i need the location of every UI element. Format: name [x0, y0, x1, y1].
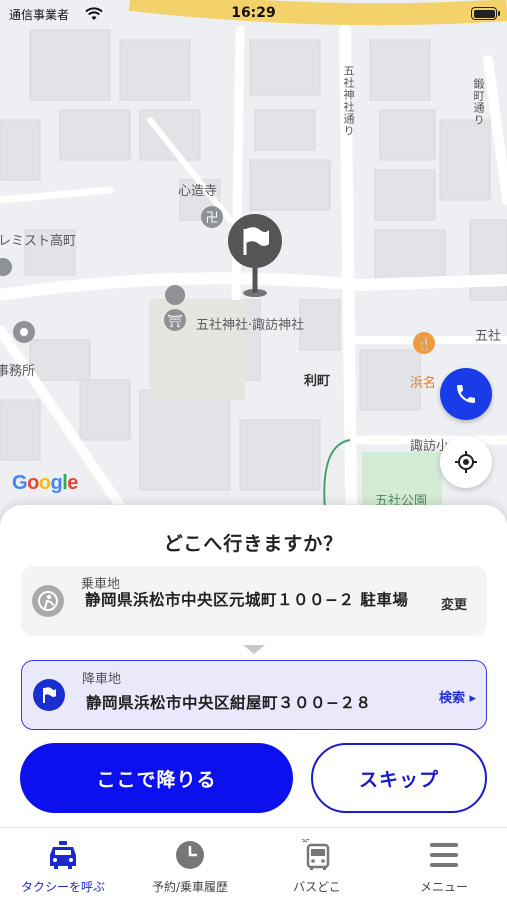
dropoff-location-card[interactable]: 降車地 静岡県浜松市中央区紺屋町３００−２８ 検索 ▸ — [21, 660, 487, 730]
map-label-area: 利町 — [304, 374, 331, 389]
skip-button[interactable]: スキップ — [311, 743, 487, 813]
call-button[interactable] — [440, 368, 492, 420]
map-label-street-right: 鍛町通り — [472, 78, 485, 126]
pickup-label: 乗車地 — [81, 577, 121, 592]
map-label-office: 事務所 — [0, 364, 36, 379]
my-location-button[interactable] — [440, 436, 492, 488]
dropoff-label: 降車地 — [82, 672, 122, 687]
status-bar: 通信事業者 16:29 — [0, 0, 507, 28]
map-view[interactable]: 卍 ⛩ 🍴 心造寺 レミスト高町 五社神社·諏訪神社 利町 事務所 浜名 諏訪小… — [0, 0, 507, 560]
clock-icon — [127, 838, 253, 872]
battery-icon — [471, 7, 500, 20]
tab-label: 予約/乗車履歴 — [151, 880, 229, 894]
destination-pin-icon[interactable] — [226, 213, 284, 299]
map-label-restaurant: 浜名 — [410, 376, 437, 391]
crosshair-icon — [455, 451, 477, 473]
map-label-building: レミスト高町 — [0, 234, 77, 249]
destination-sheet: どこへ行きますか？ 乗車地 静岡県浜松市中央区元城町１００−２ 駐車場 変更 降… — [0, 505, 507, 827]
google-logo: Google — [12, 472, 78, 494]
phone-icon — [457, 385, 475, 403]
flag-icon — [33, 679, 65, 711]
sheet-title: どこへ行きますか？ — [163, 533, 344, 555]
pickup-location-card[interactable]: 乗車地 静岡県浜松市中央区元城町１００−２ 駐車場 変更 — [21, 566, 487, 636]
map-label-gosha: 五社 — [475, 329, 502, 344]
map-label-shrine: 五社神社·諏訪神社 — [196, 318, 305, 333]
tab-bar: タクシーを呼ぶ 予約/乗車履歴 バスどこ メニュー — [0, 827, 507, 900]
dropoff-search-button[interactable]: 検索 ▸ — [439, 687, 476, 706]
pickup-change-button[interactable]: 変更 — [441, 594, 467, 613]
tab-call-taxi[interactable]: タクシーを呼ぶ — [0, 828, 126, 900]
taxi-icon — [0, 838, 126, 872]
bus-icon — [254, 838, 380, 872]
tab-label: タクシーを呼ぶ — [20, 880, 105, 894]
pickup-person-icon — [32, 585, 64, 617]
tab-label: バスどこ — [293, 880, 341, 894]
menu-icon — [381, 838, 507, 872]
drop-off-here-button[interactable]: ここで降りる — [20, 743, 293, 813]
map-label-street-gosha: 五社神社通り — [342, 65, 355, 137]
pickup-address: 静岡県浜松市中央区元城町１００−２ 駐車場 — [85, 591, 409, 609]
svg-text:卍: 卍 — [205, 211, 218, 226]
clock-time: 16:29 — [231, 5, 276, 21]
chevron-down-icon — [243, 645, 265, 654]
dropoff-address: 静岡県浜松市中央区紺屋町３００−２８ — [86, 694, 372, 712]
map-label-temple: 心造寺 — [178, 184, 218, 199]
tab-label: メニュー — [419, 880, 468, 894]
svg-text:🍴: 🍴 — [417, 337, 432, 351]
tab-bus[interactable]: バスどこ — [254, 828, 380, 900]
tab-history[interactable]: 予約/乗車履歴 — [127, 828, 253, 900]
restaurant-marker-icon: 🍴 — [413, 332, 435, 354]
temple-marker-icon: 卍 — [201, 206, 223, 228]
svg-text:⛩: ⛩ — [167, 314, 182, 328]
tab-menu[interactable]: メニュー — [381, 828, 507, 900]
